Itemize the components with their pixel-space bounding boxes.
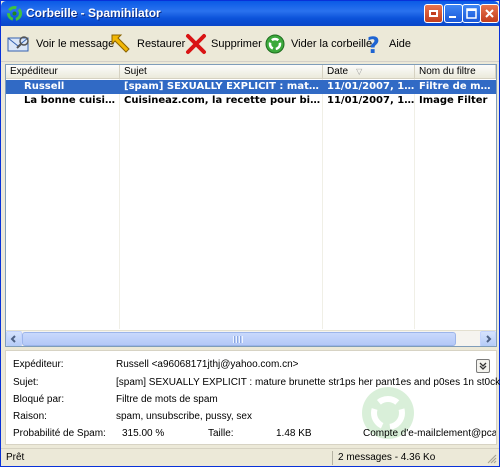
- blocked-by-value: Filtre de mots de spam: [116, 394, 218, 405]
- restore-arrow-icon: [111, 34, 130, 53]
- table-row[interactable]: Russell [spam] SEXUALLY EXPLICIT : matur…: [6, 80, 496, 94]
- svg-text:?: ?: [367, 34, 380, 56]
- sender-cell: Russell: [24, 81, 65, 92]
- toolbar: Voir le message Restaurer Supprimer Vide…: [1, 26, 499, 62]
- sender-label: Expéditeur:: [13, 359, 64, 370]
- subject-cell: [spam] SEXUALLY EXPLICIT : mature bru...: [124, 81, 323, 92]
- grid-line: [414, 79, 415, 329]
- delete-label: Supprimer: [211, 38, 262, 50]
- grip-lines: [233, 336, 243, 343]
- envelope-icon: [7, 36, 29, 52]
- reason-value: spam, unsubscribe, pussy, sex: [116, 411, 252, 422]
- window-title: Corbeille - Spamihilator: [26, 6, 161, 20]
- special-title-button[interactable]: [424, 4, 443, 23]
- grid-line: [119, 79, 120, 329]
- column-filter[interactable]: Nom du filtre: [415, 65, 496, 79]
- size-value: 1.48 KB: [276, 428, 312, 439]
- close-button[interactable]: [480, 4, 499, 23]
- reason-label: Raison:: [13, 411, 47, 422]
- view-message-button[interactable]: Voir le message: [6, 29, 114, 59]
- status-text: Prêt: [6, 452, 25, 463]
- subject-value: [spam] SEXUALLY EXPLICIT : mature brunet…: [116, 377, 500, 388]
- column-date-label: Date: [327, 66, 349, 77]
- restore-button[interactable]: Restaurer: [109, 29, 185, 59]
- status-separator: [332, 451, 333, 465]
- column-subject-label: Sujet: [124, 66, 147, 77]
- title-bar[interactable]: Corbeille - Spamihilator: [1, 1, 499, 26]
- account-label: Compte d'e-mail:: [363, 428, 439, 439]
- filter-cell: Image Filter: [419, 95, 488, 106]
- empty-trash-button[interactable]: Vider la corbeille: [263, 29, 372, 59]
- trash-window: Corbeille - Spamihilator Voir le message…: [0, 0, 500, 467]
- column-sender[interactable]: Expéditeur: [6, 65, 120, 79]
- size-label: Taille:: [208, 428, 234, 439]
- filter-cell: Filtre de mots ...: [419, 81, 496, 92]
- date-cell: 11/01/2007, 10:...: [327, 95, 415, 106]
- sender-cell: La bonne cuisine d...: [24, 95, 120, 106]
- expand-details-button[interactable]: [476, 359, 490, 373]
- help-question-icon: ?: [367, 34, 380, 56]
- blocked-by-label: Bloqué par:: [13, 394, 65, 405]
- scroll-left-button[interactable]: [6, 331, 22, 346]
- restore-label: Restaurer: [137, 38, 186, 50]
- chevron-down-icon: [479, 362, 487, 370]
- sort-descending-icon: ▽: [356, 67, 363, 76]
- arrow-right-icon: [486, 335, 492, 343]
- column-subject[interactable]: Sujet: [120, 65, 323, 79]
- help-button[interactable]: ? Aide: [363, 29, 411, 59]
- view-message-label: Voir le message: [36, 38, 115, 50]
- spam-probability-value: 315.00 %: [122, 428, 165, 439]
- status-bar: Prêt 2 messages - 4.36 Ko: [1, 448, 499, 466]
- delete-button[interactable]: Supprimer: [185, 29, 262, 59]
- column-date[interactable]: Date ▽: [323, 65, 415, 79]
- subject-cell: Cuisineaz.com, la recette pour bien dem.…: [124, 95, 323, 106]
- resize-grip-icon[interactable]: [486, 453, 497, 464]
- close-icon: [485, 9, 494, 18]
- minimize-button[interactable]: [444, 4, 463, 23]
- column-sender-label: Expéditeur: [10, 66, 58, 77]
- minimize-icon: [449, 16, 456, 18]
- table-row[interactable]: La bonne cuisine d... Cuisineaz.com, la …: [6, 94, 496, 108]
- help-label: Aide: [389, 38, 412, 50]
- horizontal-scrollbar[interactable]: [6, 330, 496, 346]
- date-cell: 11/01/2007, 11:...: [327, 81, 415, 92]
- message-details-panel: Expéditeur: Russell <a96068171jthj@yahoo…: [5, 350, 500, 445]
- sender-value: Russell <a96068171jthj@yahoo.com.cn>: [116, 359, 299, 370]
- subject-label: Sujet:: [13, 377, 39, 388]
- spam-probability-label: Probabilité de Spam:: [13, 428, 106, 439]
- account-value: clement@pcastu: [436, 428, 496, 439]
- empty-trash-label: Vider la corbeille: [291, 38, 373, 50]
- scrollbar-thumb[interactable]: [22, 332, 456, 346]
- recycle-icon: [7, 6, 22, 21]
- scroll-right-button[interactable]: [480, 331, 496, 346]
- maximize-button[interactable]: [462, 4, 481, 23]
- arrow-left-icon: [10, 335, 16, 343]
- column-filter-label: Nom du filtre: [419, 66, 476, 77]
- box-icon: [429, 10, 438, 17]
- message-list[interactable]: Expéditeur Sujet Date ▽ Nom du filtre Rus…: [5, 64, 497, 347]
- message-count: 2 messages - 4.36 Ko: [338, 452, 436, 463]
- maximize-icon: [466, 8, 477, 19]
- delete-x-icon: [186, 34, 206, 54]
- recycle-icon: [265, 34, 285, 54]
- grid-line: [322, 79, 323, 329]
- list-header: Expéditeur Sujet Date ▽ Nom du filtre: [6, 65, 496, 79]
